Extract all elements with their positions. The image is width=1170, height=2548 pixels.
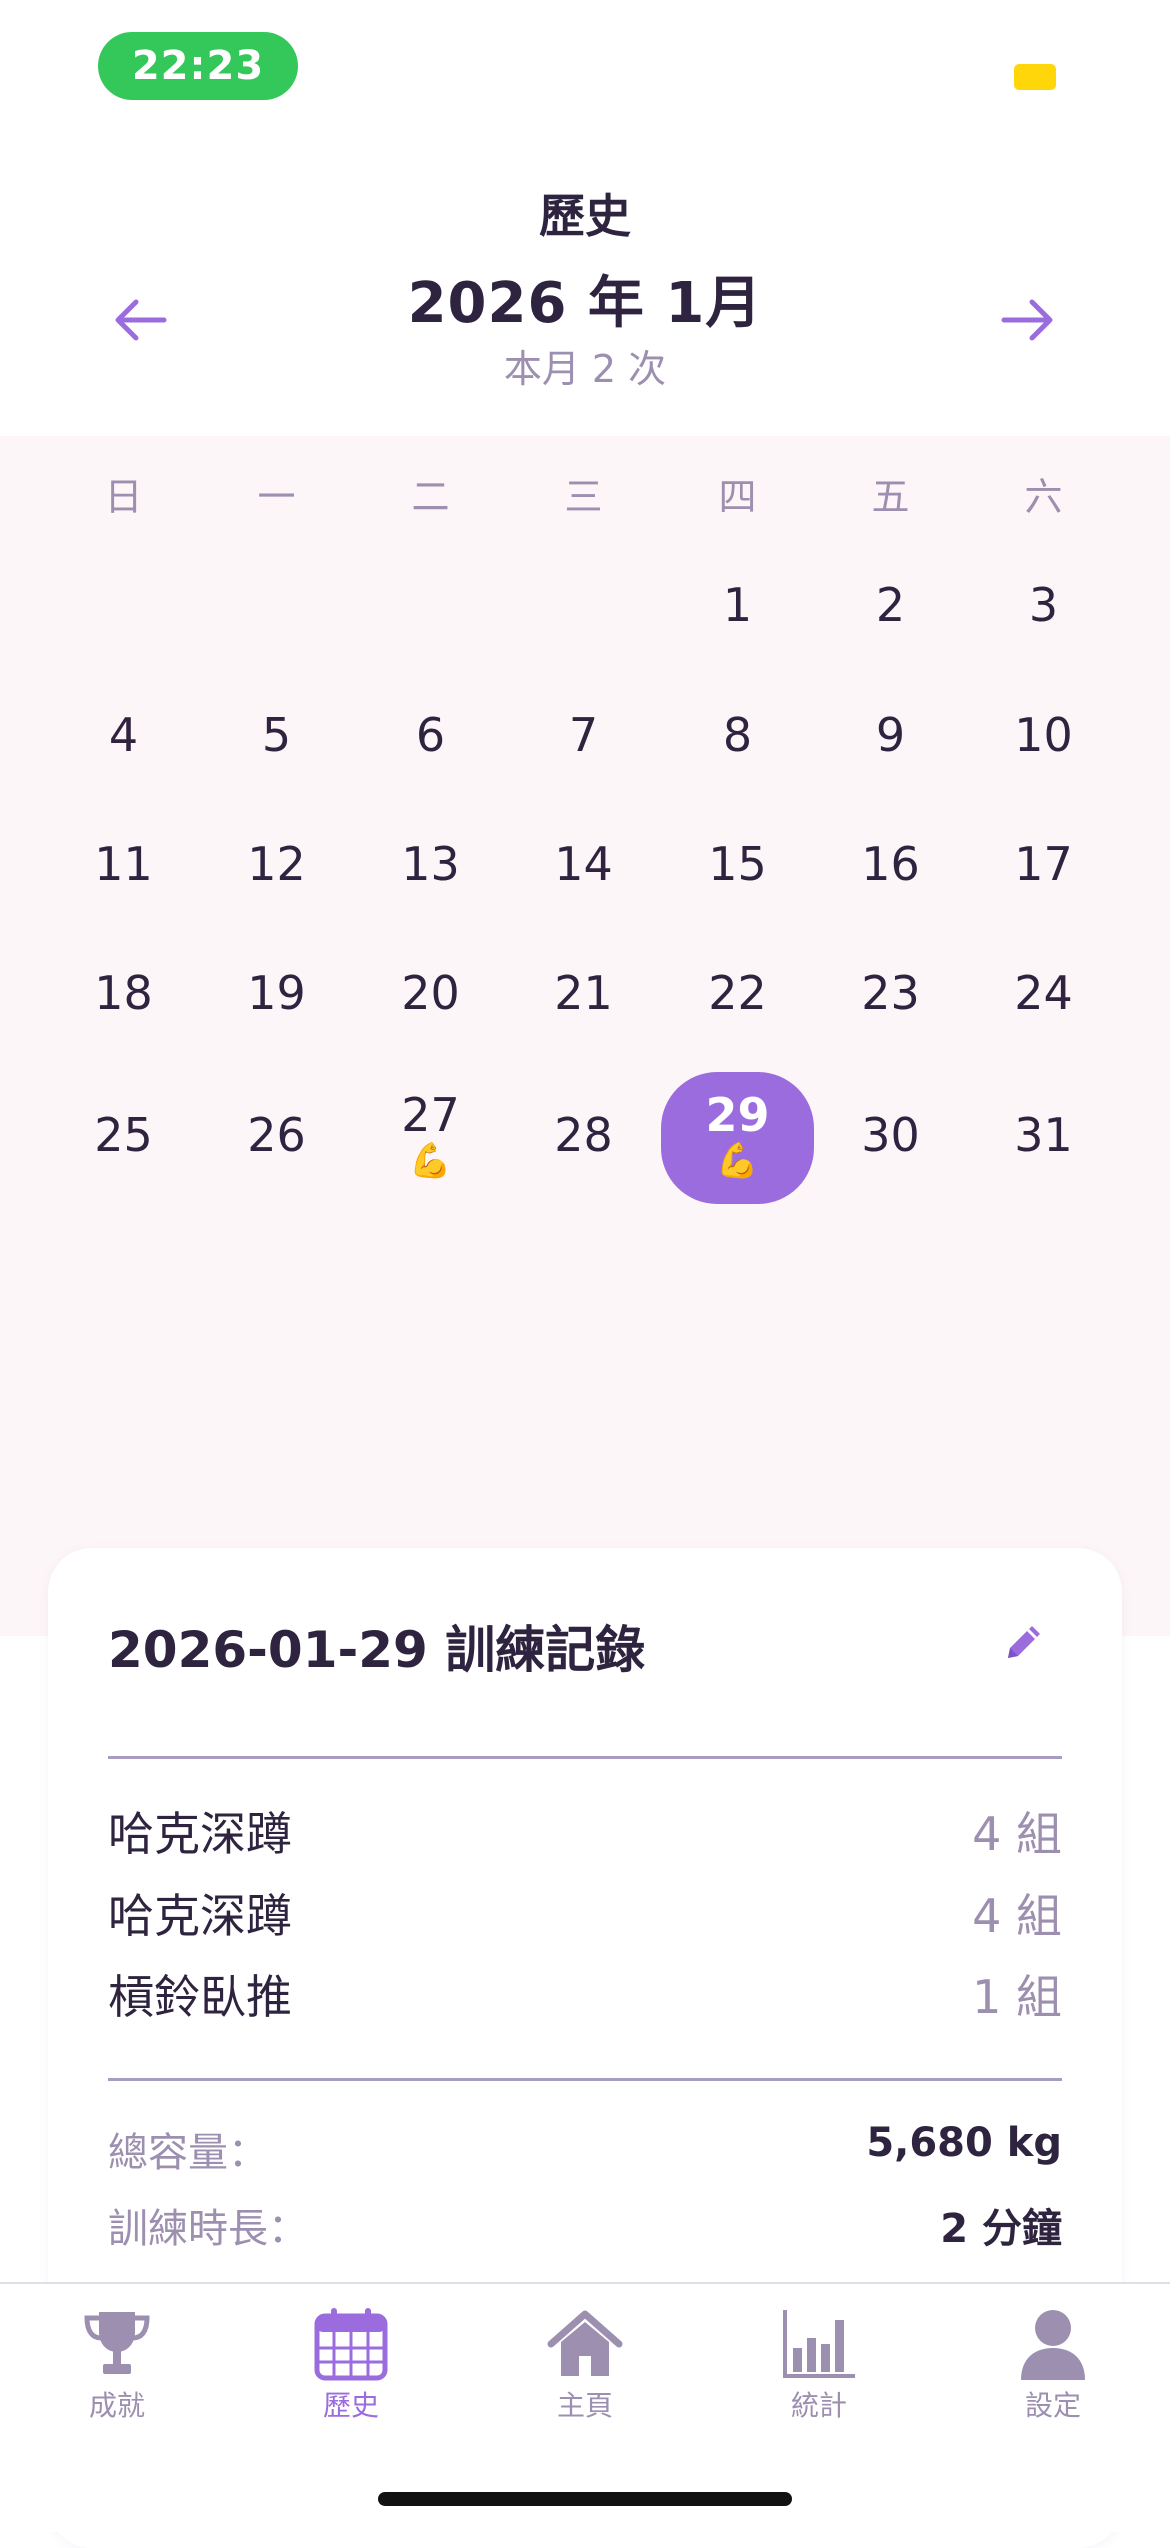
- summary-value: 2 分鐘: [940, 2206, 1062, 2252]
- weekday-label: 五: [871, 475, 910, 519]
- summary-value: 5,680 kg: [866, 2120, 1062, 2166]
- calendar-day[interactable]: 28: [507, 1112, 660, 1242]
- calendar-day[interactable]: 23: [814, 970, 967, 1100]
- calendar-day[interactable]: 6: [354, 712, 507, 842]
- tab-label: 設定: [1024, 2389, 1081, 2422]
- calendar-day[interactable]: 4: [47, 712, 200, 842]
- exercise-name: 哈克深蹲: [108, 1807, 292, 1861]
- weekday-label: 六: [1024, 475, 1063, 519]
- calendar-grid: 日 一 二 三 四 五 六 1 2 3 4 5 6 7 8 9 10 11 12…: [0, 436, 1170, 1636]
- next-month-button[interactable]: [988, 280, 1068, 360]
- tab-label: 成就: [88, 2389, 145, 2422]
- calendar-day[interactable]: 30: [814, 1112, 967, 1242]
- calendar-day-selected[interactable]: 29 💪: [661, 1072, 814, 1204]
- status-bar: 22:23: [0, 0, 1170, 140]
- history-header: 歷史 2026 年 1月 本月 2 次: [0, 140, 1170, 436]
- home-indicator: [378, 2492, 792, 2506]
- calendar-day[interactable]: 16: [814, 841, 967, 971]
- calendar-day[interactable]: 21: [507, 970, 660, 1100]
- edit-record-button[interactable]: [994, 1612, 1054, 1672]
- exercise-name: 槓鈴臥推: [108, 1970, 292, 2024]
- exercise-sets: 4 組: [972, 1807, 1062, 1861]
- calendar-day[interactable]: 8: [661, 712, 814, 842]
- weekday-label: 一: [257, 475, 296, 519]
- calendar-day[interactable]: 5: [200, 712, 353, 842]
- page-title: 歷史: [539, 189, 631, 243]
- exercise-sets: 4 組: [972, 1889, 1062, 1943]
- calendar-day[interactable]: 20: [354, 970, 507, 1100]
- tab-history[interactable]: 歷史: [234, 2304, 468, 2434]
- pencil-icon: [1008, 1626, 1040, 1658]
- calendar-day[interactable]: 1: [661, 582, 814, 712]
- record-title: 2026-01-29 訓練記錄: [108, 1621, 646, 1679]
- person-icon: [1021, 2310, 1085, 2380]
- calendar-day[interactable]: 17: [967, 841, 1120, 971]
- calendar-day-with-workout[interactable]: 27 💪: [354, 1092, 507, 1222]
- status-time: 22:23: [98, 32, 298, 100]
- calendar-day[interactable]: 12: [200, 841, 353, 971]
- bar-chart-icon: [783, 2310, 855, 2378]
- calendar-day[interactable]: 18: [47, 970, 200, 1100]
- divider: [108, 2078, 1062, 2081]
- tab-achievements[interactable]: 成就: [0, 2304, 234, 2434]
- summary-label: 總容量：: [108, 2130, 268, 2176]
- flexed-biceps-icon: 💪: [409, 1141, 452, 1181]
- weekday-header: 日 一 二 三 四 五 六: [0, 466, 1170, 526]
- exercise-row: 哈克深蹲 4 組: [108, 1798, 1062, 1868]
- calendar-icon: [314, 2308, 388, 2381]
- home-icon: [547, 2310, 623, 2376]
- calendar-day[interactable]: 14: [507, 841, 660, 971]
- tab-statistics[interactable]: 統計: [702, 2304, 936, 2434]
- calendar-day[interactable]: 2: [814, 582, 967, 712]
- calendar-day[interactable]: 13: [354, 841, 507, 971]
- weekday-label: 日: [104, 475, 143, 519]
- summary-label: 訓練時長：: [108, 2206, 308, 2252]
- calendar-day[interactable]: 3: [967, 582, 1120, 712]
- calendar-day[interactable]: 24: [967, 970, 1120, 1100]
- flexed-biceps-icon: 💪: [716, 1141, 759, 1181]
- calendar-day[interactable]: 11: [47, 841, 200, 971]
- tab-label: 統計: [790, 2389, 847, 2422]
- calendar-day[interactable]: 7: [507, 712, 660, 842]
- summary-row-volume: 總容量： 5,680 kg: [108, 2120, 1062, 2180]
- exercise-row: 哈克深蹲 4 組: [108, 1880, 1062, 1950]
- tab-home[interactable]: 主頁: [468, 2304, 702, 2434]
- exercise-row: 槓鈴臥推 1 組: [108, 1961, 1062, 2031]
- calendar-day[interactable]: 9: [814, 712, 967, 842]
- exercise-name: 哈克深蹲: [108, 1889, 292, 1943]
- calendar-day[interactable]: 31: [967, 1112, 1120, 1242]
- calendar-day[interactable]: 19: [200, 970, 353, 1100]
- trophy-icon: [84, 2312, 150, 2374]
- tab-settings[interactable]: 設定: [936, 2304, 1170, 2434]
- tab-label: 歷史: [322, 2389, 379, 2422]
- calendar-day[interactable]: 26: [200, 1112, 353, 1242]
- tab-label: 主頁: [556, 2389, 613, 2422]
- calendar-day[interactable]: 15: [661, 841, 814, 971]
- arrow-right-icon: [1001, 299, 1053, 341]
- previous-month-button[interactable]: [100, 280, 180, 360]
- weekday-label: 四: [718, 475, 757, 519]
- calendar-day[interactable]: 10: [967, 712, 1120, 842]
- battery-icon: [1014, 64, 1056, 90]
- calendar-day[interactable]: 25: [47, 1112, 200, 1242]
- summary-row-duration: 訓練時長： 2 分鐘: [108, 2196, 1062, 2256]
- exercise-sets: 1 組: [972, 1970, 1062, 2024]
- arrow-left-icon: [115, 299, 167, 341]
- weekday-label: 三: [564, 475, 603, 519]
- weekday-label: 二: [411, 475, 450, 519]
- divider: [108, 1756, 1062, 1759]
